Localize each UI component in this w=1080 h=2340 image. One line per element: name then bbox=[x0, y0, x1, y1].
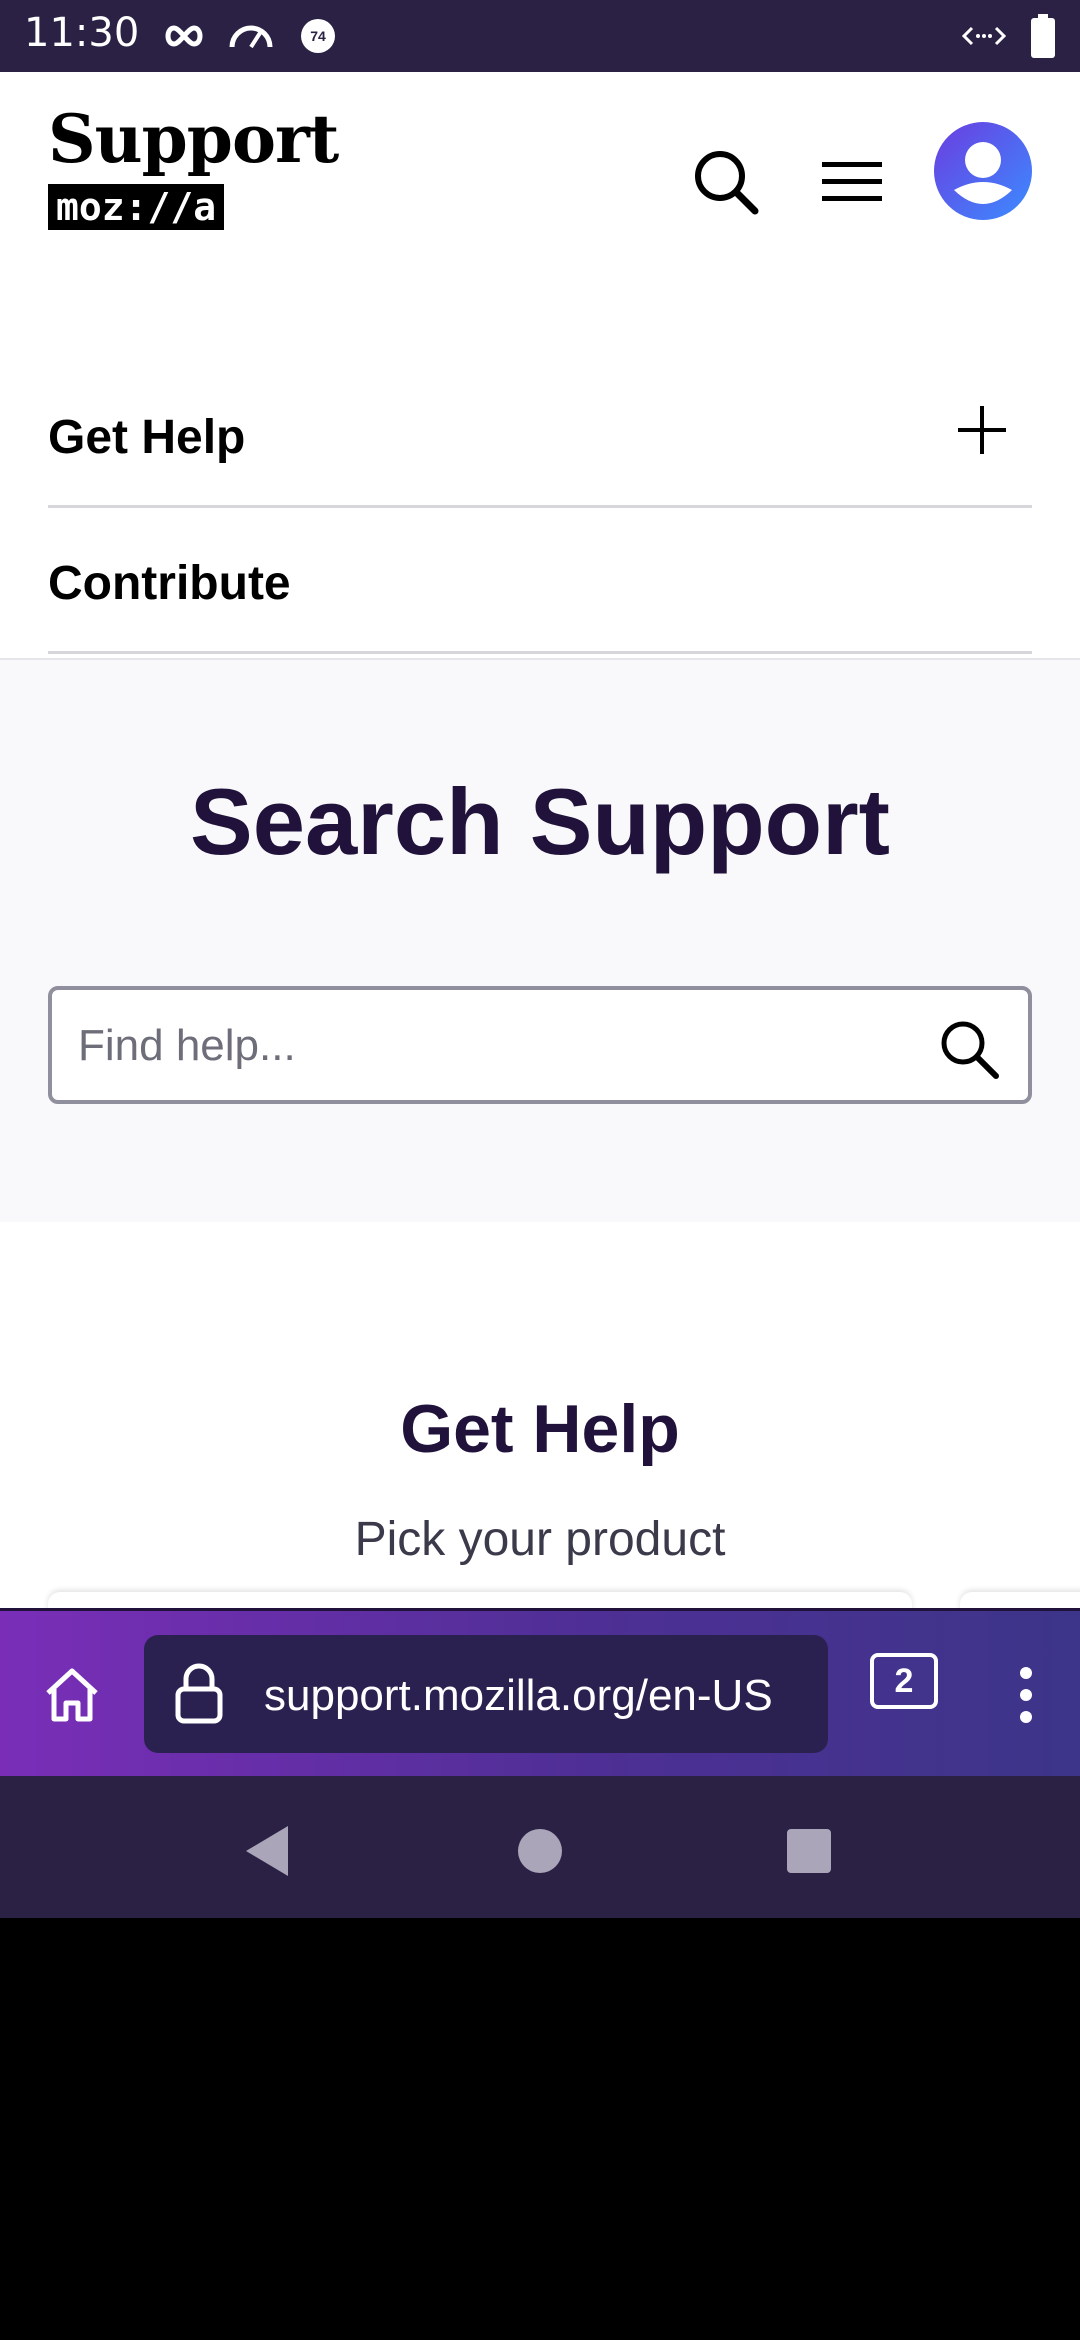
nav-item-get-help[interactable]: Get Help bbox=[48, 362, 1032, 508]
recents-icon bbox=[787, 1829, 831, 1873]
site-header: Support moz://a Get Help Contribute bbox=[0, 72, 1080, 654]
search-support-section: Search Support bbox=[0, 658, 1080, 1224]
url-text[interactable]: support.mozilla.org/en-US bbox=[264, 1671, 773, 1721]
home-nav-button[interactable] bbox=[495, 1806, 585, 1896]
home-icon bbox=[46, 1668, 98, 1722]
get-help-subtitle: Pick your product bbox=[354, 1513, 726, 1566]
url-bar[interactable]: support.mozilla.org/en-US bbox=[144, 1635, 828, 1753]
status-time: 11:30 bbox=[24, 10, 140, 56]
home-button[interactable] bbox=[24, 1647, 120, 1743]
browser-toolbar: support.mozilla.org/en-US 2 bbox=[0, 1608, 1080, 1779]
nav-item-label: Get Help bbox=[48, 411, 246, 464]
battery-icon bbox=[1030, 14, 1056, 58]
more-icon bbox=[1020, 1667, 1032, 1723]
lock-icon[interactable] bbox=[174, 1663, 224, 1730]
back-button[interactable] bbox=[222, 1806, 312, 1896]
notification-74-icon: 74 bbox=[300, 14, 336, 58]
tab-count: 2 bbox=[894, 1661, 914, 1700]
logo-mozilla-badge[interactable]: moz://a bbox=[48, 184, 225, 230]
get-help-section: Get Help Pick your product bbox=[0, 1222, 1080, 1608]
avatar[interactable] bbox=[934, 122, 1032, 220]
search-box[interactable] bbox=[48, 986, 1032, 1104]
header-menu-button[interactable] bbox=[802, 132, 902, 232]
product-card[interactable] bbox=[960, 1592, 1080, 1608]
status-bar: 11:30 74 bbox=[0, 0, 1080, 72]
product-card[interactable] bbox=[48, 1592, 912, 1608]
search-icon bbox=[941, 1021, 999, 1079]
search-icon bbox=[695, 151, 759, 215]
plus-icon[interactable] bbox=[956, 404, 1008, 456]
home-circle-icon bbox=[518, 1829, 562, 1873]
search-input[interactable] bbox=[76, 1012, 900, 1080]
infinity-icon bbox=[164, 14, 204, 58]
menu-icon bbox=[822, 162, 882, 201]
header-search-button[interactable] bbox=[676, 132, 776, 232]
more-menu-button[interactable] bbox=[996, 1647, 1056, 1743]
notification-badge-number: 74 bbox=[310, 28, 326, 44]
speedometer-icon bbox=[228, 14, 274, 58]
code-icon bbox=[962, 14, 1006, 58]
search-submit-button[interactable] bbox=[924, 1004, 1014, 1094]
web-page: Support moz://a Get Help Contribute Sear… bbox=[0, 72, 1080, 1608]
nav-item-contribute[interactable]: Contribute bbox=[48, 508, 1032, 654]
system-navigation-bar bbox=[0, 1776, 1080, 1918]
logo-support-text[interactable]: Support bbox=[48, 100, 339, 178]
search-title: Search Support bbox=[190, 769, 890, 874]
back-icon bbox=[246, 1826, 288, 1876]
avatar-icon bbox=[954, 142, 1012, 204]
tabs-button[interactable]: 2 bbox=[870, 1653, 938, 1709]
recents-button[interactable] bbox=[764, 1806, 854, 1896]
get-help-title: Get Help bbox=[400, 1391, 680, 1467]
nav-item-label: Contribute bbox=[48, 557, 291, 610]
